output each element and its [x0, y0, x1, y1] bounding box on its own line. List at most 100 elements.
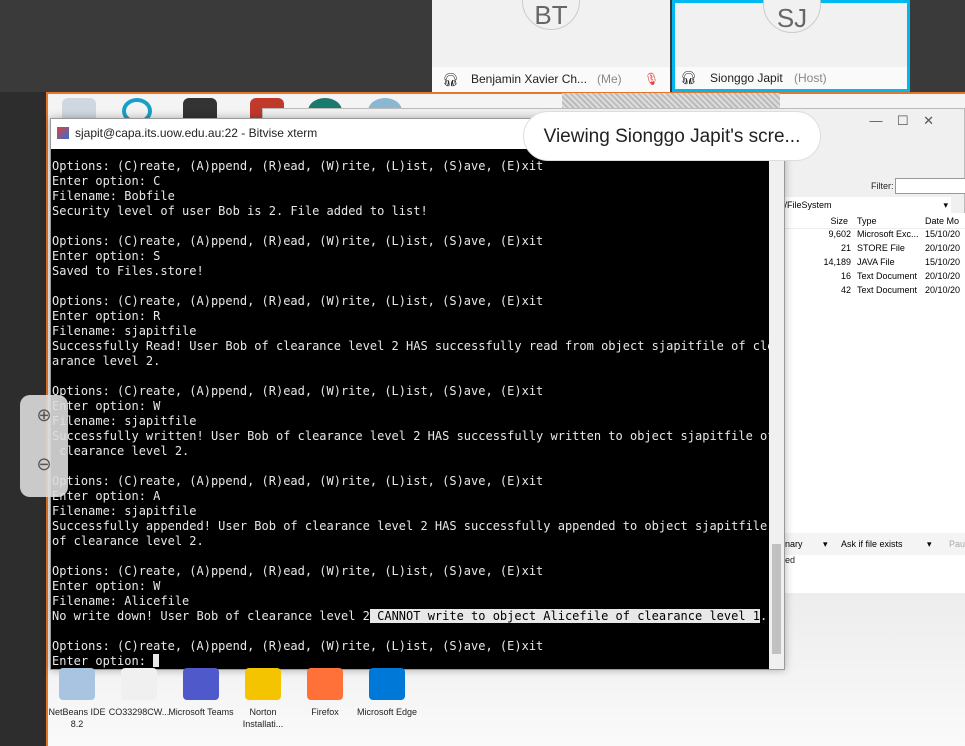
vertical-scrollbar[interactable]	[769, 149, 784, 669]
avatar: SJ	[763, 0, 821, 33]
bitvise-logo-icon	[57, 127, 69, 139]
column-header[interactable]: Type	[857, 216, 877, 226]
prompt-text: Enter option:	[52, 654, 154, 668]
terminal-line: Options: (C)reate, (A)ppend, (R)ead, (W)…	[52, 474, 544, 488]
terminal-line: Filename: Bobfile	[52, 189, 175, 203]
terminal-line: Options: (C)reate, (A)ppend, (R)ead, (W)…	[52, 384, 544, 398]
file-date: 15/10/20	[925, 257, 961, 267]
desktop-icon-label: Norton Installati...	[242, 707, 284, 729]
terminal-line: Enter option: S	[52, 249, 161, 263]
desktop-icon[interactable]: NetBeans IDE 8.2	[44, 668, 110, 730]
pause-button[interactable]: Paus	[949, 533, 965, 555]
file-size: 21	[840, 243, 851, 253]
file-size: 42	[840, 285, 851, 295]
terminal-line: Options: (C)reate, (A)ppend, (R)ead, (W)…	[52, 564, 544, 578]
participant-tag: (Host)	[794, 71, 827, 85]
file-type: Microsoft Exc...	[857, 229, 919, 239]
muted-mic-icon[interactable]: 🎙︎	[644, 67, 659, 92]
chevron-down-icon: ▾	[943, 200, 948, 210]
file-row[interactable]: 42 Text Document 20/10/20	[783, 285, 965, 299]
filter-input[interactable]	[895, 178, 965, 194]
participant-name: Benjamin Xavier Ch...	[471, 72, 588, 86]
desktop-icon-label: Microsoft Teams	[168, 707, 234, 717]
transfer-toolbar: inary ▾ Ask if file exists ▾ Paus	[783, 533, 965, 555]
terminal-line: of clearance level 2.	[52, 534, 204, 548]
window-controls[interactable]: — ☐ ✕	[870, 113, 934, 129]
terminal-prompt[interactable]: Enter option:	[51, 654, 770, 669]
participant-tag: (Me)	[597, 72, 622, 86]
terminal-line: Enter option: W	[52, 399, 161, 413]
terminal-screen[interactable]: Options: (C)reate, (A)ppend, (R)ead, (W)…	[51, 149, 770, 669]
desktop-icon[interactable]: Norton Installati...	[230, 668, 296, 730]
app-icon	[307, 668, 343, 700]
file-type: JAVA File	[857, 257, 895, 267]
transfer-mode-select[interactable]: inary	[783, 533, 803, 555]
terminal-line: Enter option: A	[52, 489, 161, 503]
file-type: Text Document	[857, 285, 918, 295]
participant-name: Sionggo Japit	[710, 71, 783, 85]
path-dropdown[interactable]: pit/FileSystem ▾	[775, 197, 951, 213]
desktop-icon[interactable]: Microsoft Teams	[168, 668, 234, 718]
file-size: 16	[840, 271, 851, 281]
app-icon	[59, 668, 95, 700]
desktop-icon-label: CO33298CW...	[108, 707, 170, 717]
terminal-line: Enter option: C	[52, 174, 161, 188]
file-row[interactable]: 9,602 Microsoft Exc... 15/10/20	[783, 229, 965, 243]
file-row[interactable]: 16 Text Document 20/10/20	[783, 271, 965, 285]
desktop-icon[interactable]: Microsoft Edge	[354, 668, 420, 718]
zoom-out-icon[interactable]: ⊖	[20, 454, 68, 475]
file-row[interactable]: 14,189 JAVA File 15/10/20	[783, 257, 965, 271]
desktop-icon[interactable]: Firefox	[292, 668, 358, 718]
terminal-line: Filename: sjapitfile	[52, 414, 197, 428]
terminal-line: arance level 2.	[52, 354, 161, 368]
app-icon	[245, 668, 281, 700]
file-date: 20/10/20	[925, 271, 961, 281]
headset-icon: 🎧︎	[442, 72, 459, 87]
desktop-icon-label: NetBeans IDE 8.2	[48, 707, 106, 729]
headset-icon: 🎧︎	[680, 70, 697, 85]
desktop-icon[interactable]: CO33298CW...	[106, 668, 172, 718]
denied-prefix: No write down! User Bob of clearance lev…	[52, 609, 370, 623]
transfer-status: ed	[785, 555, 796, 565]
file-size: 14,189	[823, 257, 851, 267]
terminal-line: Filename: sjapitfile	[52, 504, 197, 518]
avatar: BT	[522, 0, 580, 30]
column-header[interactable]: Date Mo	[925, 216, 959, 226]
terminal-line-denied: No write down! User Bob of clearance lev…	[51, 609, 770, 624]
column-header[interactable]: Size	[830, 216, 848, 226]
scrollbar-thumb[interactable]	[772, 544, 781, 654]
selected-text[interactable]: CANNOT write to object Alicefile of clea…	[369, 609, 761, 623]
terminal-line: Successfully Read! User Bob of clearance…	[52, 339, 770, 353]
file-size: 9,602	[828, 229, 851, 239]
text-cursor	[153, 654, 160, 667]
overwrite-select[interactable]: Ask if file exists	[841, 533, 903, 555]
terminal-line: Options: (C)reate, (A)ppend, (R)ead, (W)…	[52, 234, 544, 248]
terminal-line: Saved to Files.store!	[52, 264, 204, 278]
terminal-line: Successfully appended! User Bob of clear…	[52, 519, 768, 533]
chevron-down-icon: ▾	[927, 539, 932, 549]
screen-share-toast: Viewing Sionggo Japit's scre...	[523, 111, 821, 161]
app-icon	[369, 668, 405, 700]
participant-tile-me[interactable]: BT 🎧︎ Benjamin Xavier Ch... (Me) 🎙︎	[432, 0, 670, 92]
app-icon	[121, 668, 157, 700]
zoom-in-icon[interactable]: ⊕	[20, 405, 68, 426]
meeting-bar: BT 🎧︎ Benjamin Xavier Ch... (Me) 🎙︎ SJ 🎧…	[0, 0, 965, 92]
file-row[interactable]: 21 STORE File 20/10/20	[783, 243, 965, 257]
terminal-line: Options: (C)reate, (A)ppend, (R)ead, (W)…	[52, 639, 544, 653]
zoom-control: ⊕ ⊖	[20, 395, 68, 497]
terminal-window[interactable]: sjapit@capa.its.uow.edu.au:22 - Bitvise …	[50, 118, 785, 670]
terminal-line: Enter option: W	[52, 579, 161, 593]
share-handle[interactable]	[562, 93, 780, 109]
file-date: 20/10/20	[925, 243, 961, 253]
participant-tile-host[interactable]: SJ 🎧︎ Sionggo Japit (Host)	[672, 0, 910, 92]
file-type: STORE File	[857, 243, 905, 253]
app-icon	[183, 668, 219, 700]
terminal-line: clearance level 2.	[52, 444, 190, 458]
terminal-line: Security level of user Bob is 2. File ad…	[52, 204, 428, 218]
